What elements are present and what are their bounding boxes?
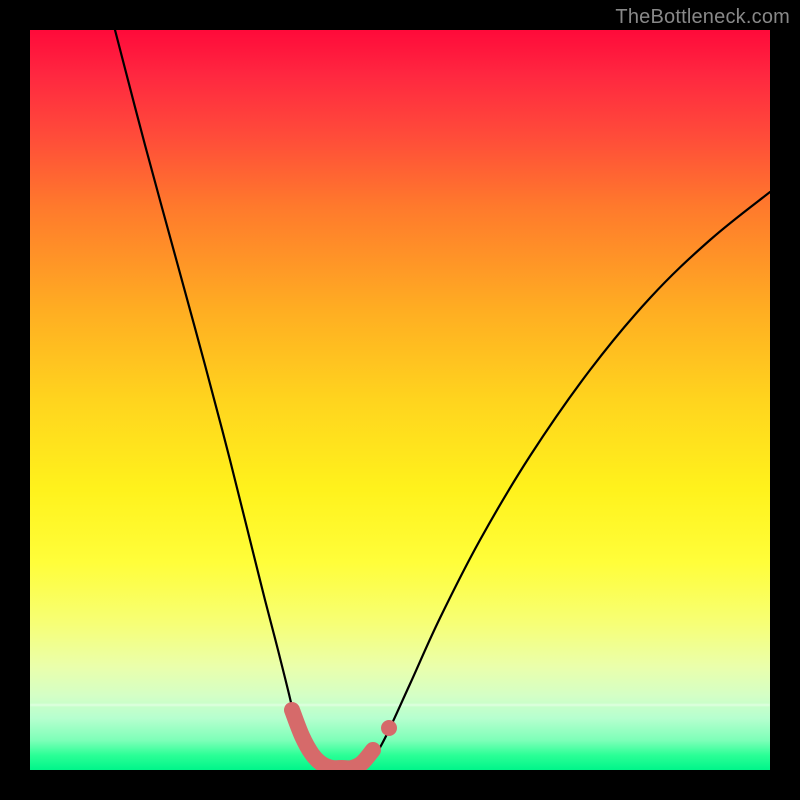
series-bottom-marker-strip-dot xyxy=(381,720,397,736)
curve-layer xyxy=(30,30,770,770)
series-left-branch xyxy=(115,30,328,769)
series-bottom-marker-strip xyxy=(292,710,373,768)
chart-frame: TheBottleneck.com xyxy=(0,0,800,800)
series-right-branch xyxy=(358,192,770,769)
plot-area xyxy=(30,30,770,770)
watermark-text: TheBottleneck.com xyxy=(615,6,790,29)
